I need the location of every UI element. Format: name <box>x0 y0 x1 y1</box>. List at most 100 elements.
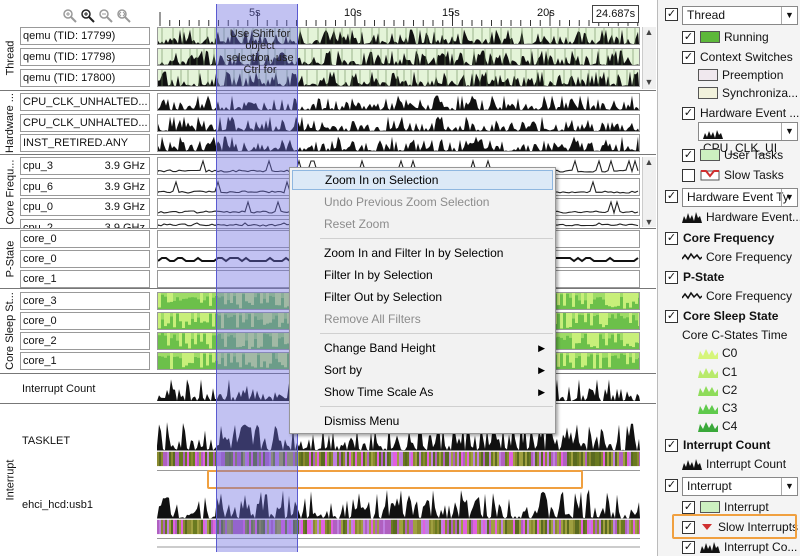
time-selection[interactable] <box>216 4 298 552</box>
group-label-core-sleep: Core Sleep St... <box>4 292 16 370</box>
legend-interrupt[interactable]: ✓ Interrupt <box>682 500 769 514</box>
legend-hw-type-check[interactable]: ✓ <box>665 190 683 203</box>
interrupt-swatch <box>700 501 720 513</box>
chevron-down-icon[interactable]: ▼ <box>781 7 797 24</box>
row-label-sleep[interactable]: core_3 <box>20 292 150 310</box>
checkbox[interactable]: ✓ <box>665 270 678 284</box>
row-label-cpu[interactable]: cpu_6 3.9 GHz <box>20 178 150 196</box>
waveform-icon <box>682 211 702 223</box>
legend-interrupt-count-bottom[interactable]: ✓ Interrupt Co... <box>682 540 797 554</box>
checkbox[interactable] <box>682 168 695 182</box>
submenu-arrow-icon: ▶ <box>538 387 545 397</box>
legend-core-sleep-state[interactable]: ✓ Core Sleep State <box>665 309 778 323</box>
menu-undo-zoom[interactable]: Undo Previous Zoom Selection <box>292 192 553 212</box>
menu-zoom-in-selection[interactable]: Zoom In on Selection <box>292 170 553 190</box>
group-label-thread: Thread <box>4 40 17 76</box>
scroll-up-icon[interactable]: ▲ <box>643 157 655 167</box>
legend-slow-tasks[interactable]: Slow Tasks <box>682 168 784 182</box>
c-state-swatch <box>698 402 718 414</box>
zoom-fit-icon[interactable] <box>116 8 132 24</box>
row-label-thread[interactable]: qemu (TID: 17799) <box>20 27 150 45</box>
row-label-cpu[interactable]: cpu_0 3.9 GHz <box>20 198 150 216</box>
row-label-cpu[interactable]: cpu_3 3.9 GHz <box>20 157 150 175</box>
waveform-icon <box>700 541 720 553</box>
group-label-interrupt: Interrupt <box>4 459 16 501</box>
legend-panel: ✓ Thread ▼ ✓ Running ✓ Context Switches Pre… <box>657 0 800 556</box>
row-label-sleep[interactable]: core_2 <box>20 332 150 350</box>
legend-hardware-event-sample: Hardware Event... <box>682 210 800 224</box>
checkbox[interactable]: ✓ <box>682 148 695 162</box>
legend-pstate[interactable]: ✓ P-State <box>665 270 724 284</box>
checkbox[interactable]: ✓ <box>682 50 695 64</box>
scroll-down-icon[interactable]: ▼ <box>643 217 655 227</box>
scroll-up-icon[interactable]: ▲ <box>643 27 655 37</box>
submenu-arrow-icon: ▶ <box>538 343 545 353</box>
checkbox[interactable]: ✓ <box>665 8 678 21</box>
menu-remove-filters[interactable]: Remove All Filters <box>292 309 553 329</box>
checkbox[interactable]: ✓ <box>665 479 678 492</box>
checkbox[interactable]: ✓ <box>665 438 678 452</box>
legend-core-frequency[interactable]: ✓ Core Frequency <box>665 231 774 245</box>
group-label-pstate: P-State <box>4 240 16 278</box>
frequency-line-icon <box>681 290 703 302</box>
row-label-hardware[interactable]: CPU_CLK_UNHALTED... <box>20 114 150 132</box>
legend-synchronization: Synchroniza... <box>698 86 798 100</box>
menu-filter-out[interactable]: Filter Out by Selection <box>292 287 553 307</box>
menu-show-time-scale[interactable]: Show Time Scale As ▶ <box>292 382 553 402</box>
row-label-hardware[interactable]: INST_RETIRED.ANY <box>20 134 150 152</box>
row-label-hardware[interactable]: CPU_CLK_UNHALTED... <box>20 93 150 111</box>
waveform-icon <box>682 458 702 470</box>
thread-dropdown[interactable]: Thread ▼ <box>682 6 798 25</box>
legend-context-switches[interactable]: ✓ Context Switches <box>682 50 793 64</box>
checkbox[interactable]: ✓ <box>682 30 695 44</box>
checkbox[interactable]: ✓ <box>665 231 678 245</box>
checkbox[interactable]: ✓ <box>665 309 678 323</box>
chevron-down-icon[interactable]: ▼ <box>781 478 797 495</box>
row-label-sleep[interactable]: core_1 <box>20 352 150 370</box>
legend-running[interactable]: ✓ Running <box>682 30 769 44</box>
frequency-line-icon <box>681 251 703 263</box>
row-label-thread[interactable]: qemu (TID: 17800) <box>20 69 150 87</box>
scroll-down-icon[interactable]: ▼ <box>643 77 655 87</box>
menu-zoom-filter-in[interactable]: Zoom In and Filter In by Selection <box>292 243 553 263</box>
row-label-pstate[interactable]: core_0 <box>20 230 150 248</box>
checkbox[interactable]: ✓ <box>665 190 678 203</box>
interrupt-dropdown[interactable]: Interrupt ▼ <box>682 477 798 496</box>
c-state-swatch <box>698 347 718 359</box>
legend-c-state: C0 <box>698 346 737 360</box>
row-label-sleep[interactable]: core_0 <box>20 312 150 330</box>
legend-interrupt-count[interactable]: ✓ Interrupt Count <box>665 438 770 452</box>
c-state-swatch <box>698 366 718 378</box>
menu-dismiss[interactable]: Dismiss Menu <box>292 411 553 431</box>
legend-hardware-event[interactable]: ✓ Hardware Event ... <box>682 106 799 120</box>
menu-filter-in[interactable]: Filter In by Selection <box>292 265 553 285</box>
context-menu: Zoom In on Selection Undo Previous Zoom … <box>289 167 556 434</box>
hw-event-dropdown[interactable]: CPU_CLK_UI ▼ <box>698 122 798 155</box>
chevron-down-icon[interactable]: ▼ <box>781 189 797 206</box>
checkbox[interactable]: ✓ <box>682 540 695 554</box>
hardware-event-type-dropdown[interactable]: Hardware Event Ty ▼ <box>682 188 798 207</box>
legend-interrupt-check[interactable]: ✓ <box>665 479 683 492</box>
row-label-pstate[interactable]: core_1 <box>20 270 150 288</box>
legend-c-states-title: Core C-States Time <box>682 328 788 342</box>
chevron-down-icon[interactable]: ▼ <box>781 123 797 140</box>
menu-sort-by[interactable]: Sort by ▶ <box>292 360 553 380</box>
row-label-interrupt-count[interactable]: Interrupt Count <box>20 381 150 399</box>
checkbox[interactable]: ✓ <box>682 106 695 120</box>
legend-user-tasks[interactable]: ✓ User Tasks <box>682 148 783 162</box>
row-label-thread[interactable]: qemu (TID: 17798) <box>20 48 150 66</box>
row-label-cpu[interactable]: cpu_2 3.9 GHz <box>20 219 150 229</box>
timeline-area[interactable]: 5s 10s 15s 20s 24.687s Thread Hardware .… <box>0 0 656 556</box>
zoom-out-icon[interactable] <box>98 8 114 24</box>
menu-change-band-height[interactable]: Change Band Height ▶ <box>292 338 553 358</box>
row-label-interrupt[interactable]: TASKLET <box>20 433 150 451</box>
checkbox[interactable]: ✓ <box>682 500 695 514</box>
slow-task-icon <box>700 169 720 181</box>
zoom-in-icon[interactable] <box>62 8 78 24</box>
menu-reset-zoom[interactable]: Reset Zoom <box>292 214 553 234</box>
zoom-in-active-icon[interactable] <box>80 8 96 24</box>
legend-thread-check[interactable]: ✓ <box>665 8 683 21</box>
row-label-pstate[interactable]: core_0 <box>20 250 150 268</box>
row-label-interrupt[interactable]: ehci_hcd:usb1 <box>20 497 150 515</box>
legend-c-state: C2 <box>698 383 737 397</box>
